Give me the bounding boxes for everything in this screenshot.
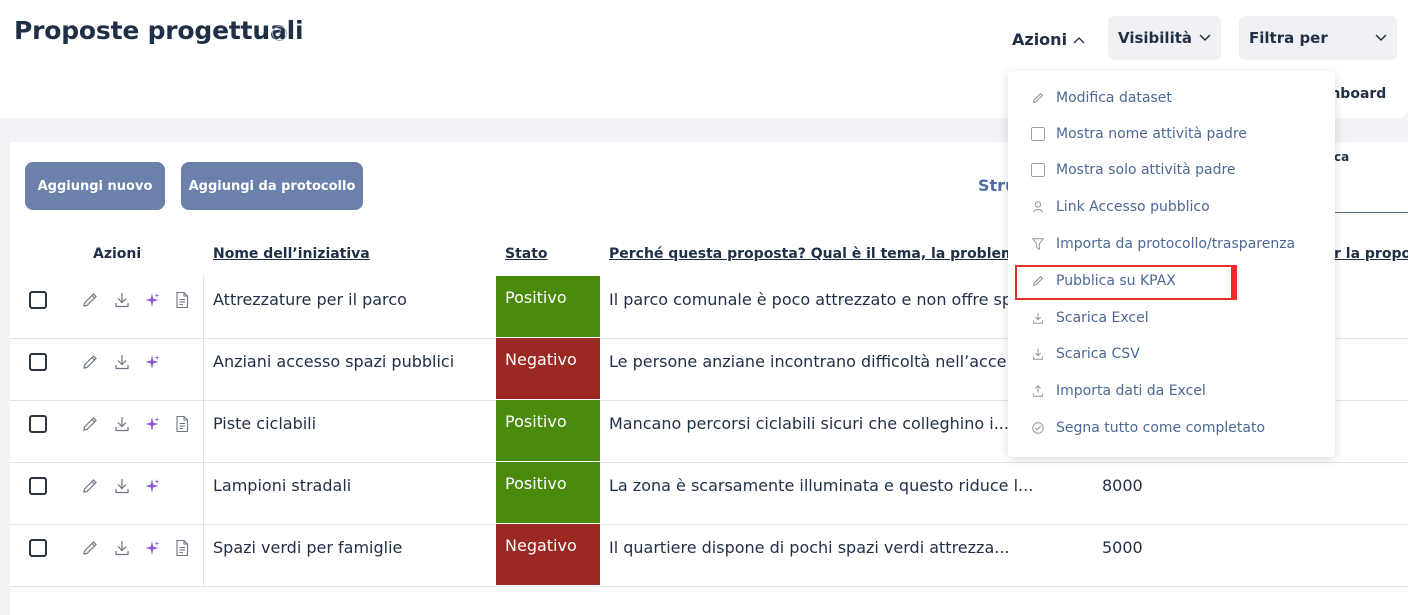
ai-sparkle-icon[interactable]	[142, 538, 162, 558]
checkbox-icon	[1030, 162, 1046, 178]
menu-item-label: Scarica Excel	[1056, 310, 1149, 326]
menu-item-label: Importa da protocollo/trasparenza	[1056, 236, 1296, 252]
status-cell: Positivo	[496, 462, 600, 523]
menu-item-label: Scarica CSV	[1056, 346, 1140, 362]
edit-icon[interactable]	[80, 476, 100, 496]
menu-item-mostra-nome-attivit-padre[interactable]: Mostra nome attività padre	[1030, 126, 1247, 142]
download-icon[interactable]	[112, 538, 132, 558]
status-cell: Negativo	[496, 338, 600, 399]
edit-icon[interactable]	[80, 414, 100, 434]
ai-sparkle-icon[interactable]	[142, 290, 162, 310]
amount-cell: 8000	[1102, 476, 1143, 495]
filtra-per-select[interactable]: Filtra per	[1239, 16, 1397, 60]
status-cell: Positivo	[496, 276, 600, 337]
initiative-name[interactable]: Lampioni stradali	[213, 476, 351, 495]
initiative-name[interactable]: Anziani accesso spazi pubblici	[213, 352, 454, 371]
description-cell: Il quartiere dispone di pochi spazi verd…	[609, 538, 1010, 557]
chevron-down-icon	[1199, 34, 1211, 42]
edit-icon[interactable]	[80, 290, 100, 310]
menu-item-scarica-excel[interactable]: Scarica Excel	[1030, 310, 1149, 326]
status-cell: Negativo	[496, 524, 600, 585]
chevron-up-icon	[1073, 36, 1085, 43]
add-from-protocol-button[interactable]: Aggiungi da protocollo	[181, 162, 363, 210]
amount-cell: 5000	[1102, 538, 1143, 557]
row-checkbox[interactable]	[29, 477, 47, 495]
menu-item-label: Link Accesso pubblico	[1056, 199, 1210, 215]
visibilita-label: Visibilità	[1118, 29, 1193, 47]
search-input-underline[interactable]	[1335, 212, 1408, 213]
download-icon[interactable]	[112, 414, 132, 434]
edit-icon[interactable]	[80, 538, 100, 558]
help-icon[interactable]: ?	[272, 26, 287, 41]
menu-item-link-accesso-pubblico[interactable]: Link Accesso pubblico	[1030, 199, 1210, 215]
col-header-right[interactable]: r la propos	[1334, 246, 1408, 262]
document-icon[interactable]	[172, 538, 192, 558]
pencil-icon	[1030, 90, 1046, 106]
check-circle-icon	[1030, 420, 1046, 436]
menu-item-label: Segna tutto come completato	[1056, 420, 1266, 436]
ai-sparkle-icon[interactable]	[142, 414, 162, 434]
highlight-annotation	[1015, 265, 1237, 300]
page-title: Proposte progettuali	[14, 16, 304, 45]
menu-item-label: Importa dati da Excel	[1056, 383, 1206, 399]
menu-item-importa-dati-da-excel[interactable]: Importa dati da Excel	[1030, 383, 1206, 399]
filtra-label: Filtra per	[1249, 29, 1328, 47]
document-icon[interactable]	[172, 290, 192, 310]
col-header-nome[interactable]: Nome dell’iniziativa	[213, 246, 370, 262]
filter-icon	[1030, 236, 1046, 252]
chevron-down-icon	[1375, 34, 1387, 42]
initiative-name[interactable]: Piste ciclabili	[213, 414, 316, 433]
azioni-menu-toggle[interactable]: Azioni	[1012, 30, 1085, 49]
download-icon	[1030, 346, 1046, 362]
row-checkbox[interactable]	[29, 291, 47, 309]
menu-item-label: Modifica dataset	[1056, 90, 1172, 106]
document-icon[interactable]	[172, 414, 192, 434]
col-header-azioni: Azioni	[93, 246, 142, 262]
col-header-perche[interactable]: Perché questa proposta? Qual è il tema, …	[609, 246, 1032, 262]
row-checkbox[interactable]	[29, 539, 47, 557]
menu-item-modifica-dataset[interactable]: Modifica dataset	[1030, 90, 1172, 106]
row-checkbox[interactable]	[29, 415, 47, 433]
menu-item-label: Mostra solo attività padre	[1056, 162, 1236, 178]
visibilita-select[interactable]: Visibilità	[1108, 16, 1221, 60]
person-icon	[1030, 199, 1046, 215]
description-cell: Le persone anziane incontrano difficoltà…	[609, 352, 1022, 371]
description-cell: La zona è scarsamente illuminata e quest…	[609, 476, 1034, 495]
upload-icon	[1030, 383, 1046, 399]
checkbox-icon	[1030, 126, 1046, 142]
menu-item-mostra-solo-attivit-padre[interactable]: Mostra solo attività padre	[1030, 162, 1236, 178]
azioni-dropdown-menu: Modifica dataset Mostra nome attività pad…	[1008, 71, 1335, 457]
menu-item-importa-da-protocollo-trasparenza[interactable]: Importa da protocollo/trasparenza	[1030, 236, 1295, 252]
download-icon[interactable]	[112, 290, 132, 310]
add-new-button[interactable]: Aggiungi nuovo	[25, 162, 165, 210]
status-cell: Positivo	[496, 400, 600, 461]
download-icon	[1030, 310, 1046, 326]
ai-sparkle-icon[interactable]	[142, 476, 162, 496]
ai-sparkle-icon[interactable]	[142, 352, 162, 372]
menu-item-segna-tutto-come-completato[interactable]: Segna tutto come completato	[1030, 420, 1265, 436]
initiative-name[interactable]: Attrezzature per il parco	[213, 290, 407, 309]
search-label: ca	[1334, 150, 1350, 164]
download-icon[interactable]	[112, 476, 132, 496]
edit-icon[interactable]	[80, 352, 100, 372]
row-checkbox[interactable]	[29, 353, 47, 371]
initiative-name[interactable]: Spazi verdi per famiglie	[213, 538, 402, 557]
azioni-label: Azioni	[1012, 30, 1068, 49]
description-cell: Mancano percorsi ciclabili sicuri che co…	[609, 414, 1009, 433]
col-header-stato[interactable]: Stato	[505, 246, 548, 262]
download-icon[interactable]	[112, 352, 132, 372]
menu-item-label: Mostra nome attività padre	[1056, 126, 1247, 142]
description-cell: Il parco comunale è poco attrezzato e no…	[609, 290, 1028, 309]
menu-item-scarica-csv[interactable]: Scarica CSV	[1030, 346, 1140, 362]
